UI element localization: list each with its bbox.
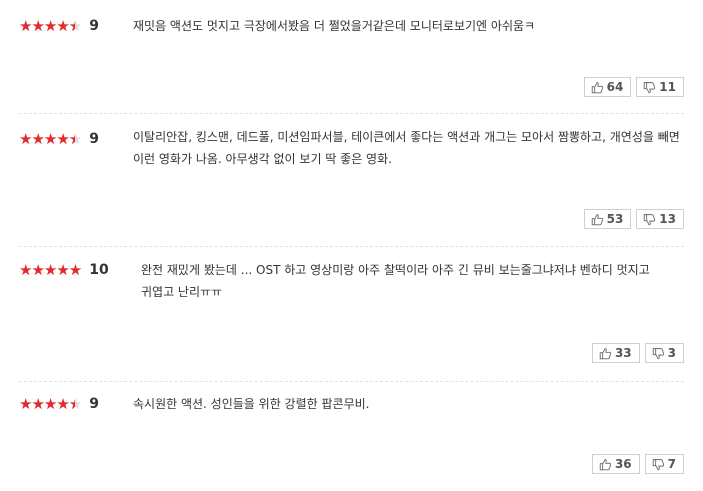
star-fill: ★★★★★	[19, 396, 75, 412]
dislike-count: 13	[659, 212, 676, 226]
like-button[interactable]: 64	[583, 77, 632, 97]
vote-buttons: 64 11	[583, 77, 684, 97]
dislike-button[interactable]: 11	[636, 77, 684, 97]
review-item-1: ★★★★★ ★★★★★ 9 재밋음 액션도 멋지고 극장에서봤음 더 쩔었을거같…	[19, 12, 684, 114]
vote-buttons: 53 13	[583, 209, 684, 229]
vote-buttons: 36 7	[591, 454, 684, 474]
rating: ★★★★★ ★★★★★ 9	[19, 18, 99, 34]
thumbs-down-icon	[644, 213, 656, 225]
dislike-button[interactable]: 13	[636, 209, 684, 229]
review-item-4: ★★★★★ ★★★★★ 9 속시원한 액션. 성인들을 위한 강렬한 팝콘무비.…	[19, 396, 684, 486]
star-fill: ★★★★★	[19, 131, 75, 147]
review-item-2: ★★★★★ ★★★★★ 9 이탈리안잡, 킹스맨, 데드풀, 미션임파서블, 테…	[19, 128, 684, 247]
like-button[interactable]: 53	[583, 209, 632, 229]
rating: ★★★★★ ★★★★★ 9	[19, 396, 99, 412]
thumbs-up-icon	[599, 347, 612, 359]
like-count: 64	[606, 80, 624, 94]
thumbs-down-icon	[644, 81, 656, 93]
star-rating: ★★★★★ ★★★★★	[19, 262, 82, 278]
star-fill: ★★★★★	[19, 18, 75, 34]
review-text: 이탈리안잡, 킹스맨, 데드풀, 미션임파서블, 테이큰에서 좋다는 액션과 개…	[133, 130, 680, 166]
dislike-count: 11	[659, 80, 676, 94]
thumbs-up-icon	[599, 458, 612, 470]
thumbs-down-icon	[652, 458, 664, 470]
rating-score: 9	[89, 131, 99, 147]
star-rating: ★★★★★ ★★★★★	[19, 396, 82, 412]
like-count: 36	[614, 457, 632, 471]
rating: ★★★★★ ★★★★★ 9	[19, 131, 99, 147]
dislike-count: 7	[667, 457, 676, 471]
star-rating: ★★★★★ ★★★★★	[19, 131, 82, 147]
review-item-3: ★★★★★ ★★★★★ 10 완전 재밌게 봤는데 ... OST 하고 영상미…	[19, 262, 684, 382]
rating: ★★★★★ ★★★★★ 10	[19, 262, 109, 278]
thumbs-up-icon	[591, 81, 603, 93]
dislike-button[interactable]: 7	[644, 454, 684, 474]
star-fill: ★★★★★	[19, 262, 82, 278]
rating-score: 9	[89, 396, 99, 412]
like-count: 53	[606, 212, 624, 226]
review-text: 완전 재밌게 봤는데 ... OST 하고 영상미랑 아주 찰떡이라 아주 긴 …	[141, 263, 650, 299]
thumbs-down-icon	[652, 347, 664, 359]
like-button[interactable]: 33	[591, 343, 640, 363]
star-rating: ★★★★★ ★★★★★	[19, 18, 82, 34]
like-count: 33	[614, 346, 632, 360]
rating-score: 10	[89, 262, 109, 278]
thumbs-up-icon	[591, 213, 603, 225]
like-button[interactable]: 36	[591, 454, 640, 474]
rating-score: 9	[89, 18, 99, 34]
review-text: 속시원한 액션. 성인들을 위한 강렬한 팝콘무비.	[133, 397, 370, 411]
review-text: 재밋음 액션도 멋지고 극장에서봤음 더 쩔었을거같은데 모니터로보기엔 아쉬움…	[133, 19, 536, 33]
like-count: 3	[667, 346, 676, 360]
dislike-button[interactable]: 3	[644, 343, 684, 363]
vote-buttons: 33 3	[591, 343, 684, 363]
